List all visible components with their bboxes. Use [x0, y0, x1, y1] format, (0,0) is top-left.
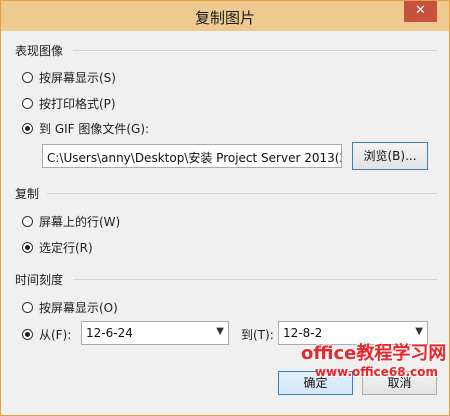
- chevron-down-icon: ▼: [415, 326, 423, 337]
- cancel-button[interactable]: 取消: [362, 371, 437, 395]
- copy-option-screen-rows[interactable]: 屏幕上的行(W): [22, 213, 120, 230]
- dialog-content: 表现图像 按屏幕显示(S) 按打印格式(P) 到 GIF 图像文件(G): C:…: [1, 31, 449, 415]
- render-option-gif-label: 到 GIF 图像文件(G):: [39, 122, 150, 136]
- to-date-select[interactable]: 12-8-2 ▼: [278, 321, 428, 345]
- dialog-title: 复制图片: [194, 9, 255, 27]
- timescale-option-from-label: 从(F):: [39, 328, 72, 342]
- from-date-select[interactable]: 12-6-24 ▼: [81, 321, 229, 345]
- close-icon: ✕: [415, 3, 426, 18]
- copy-group-title: 复制: [15, 187, 40, 201]
- to-date-label: 到(T):: [241, 326, 274, 343]
- render-option-screen-label: 按屏幕显示(S): [39, 71, 116, 85]
- copy-option-selected-rows-label: 选定行(R): [39, 241, 93, 255]
- title-bar[interactable]: 复制图片 ✕: [1, 1, 449, 31]
- copy-option-selected-rows[interactable]: 选定行(R): [22, 239, 93, 256]
- dialog-window: 复制图片 ✕ 表现图像 按屏幕显示(S) 按打印格式(P) 到 GIF 图像文件…: [0, 0, 450, 416]
- render-group-title: 表现图像: [15, 44, 64, 58]
- radio-timescale-from[interactable]: [22, 329, 33, 340]
- render-option-screen[interactable]: 按屏幕显示(S): [22, 69, 116, 86]
- radio-screen-rows[interactable]: [22, 216, 33, 227]
- render-option-print[interactable]: 按打印格式(P): [22, 95, 116, 112]
- gif-path-input[interactable]: C:\Users\anny\Desktop\安装 Project Server …: [42, 144, 342, 168]
- render-option-gif[interactable]: 到 GIF 图像文件(G):: [22, 120, 149, 137]
- browse-button[interactable]: 浏览(B)...: [352, 142, 428, 170]
- timescale-group-divider: [73, 279, 437, 280]
- timescale-option-screen[interactable]: 按屏幕显示(O): [22, 299, 118, 316]
- render-option-print-label: 按打印格式(P): [39, 97, 116, 111]
- radio-screen[interactable]: [22, 72, 33, 83]
- close-button[interactable]: ✕: [404, 1, 437, 22]
- timescale-option-screen-label: 按屏幕显示(O): [39, 301, 118, 315]
- radio-gif[interactable]: [22, 123, 33, 134]
- timescale-option-from[interactable]: 从(F):: [22, 326, 71, 343]
- ok-button[interactable]: 确定: [278, 371, 353, 395]
- from-date-value: 12-6-24: [86, 326, 133, 340]
- timescale-group-title: 时间刻度: [15, 273, 64, 287]
- render-group-divider: [73, 50, 437, 51]
- to-date-value: 12-8-2: [283, 326, 323, 340]
- copy-option-screen-rows-label: 屏幕上的行(W): [39, 215, 121, 229]
- radio-timescale-screen[interactable]: [22, 302, 33, 313]
- copy-group-divider: [47, 193, 437, 194]
- radio-selected-rows[interactable]: [22, 242, 33, 253]
- radio-print[interactable]: [22, 98, 33, 109]
- chevron-down-icon: ▼: [216, 326, 224, 337]
- to-date-label-text: 到(T):: [241, 328, 274, 342]
